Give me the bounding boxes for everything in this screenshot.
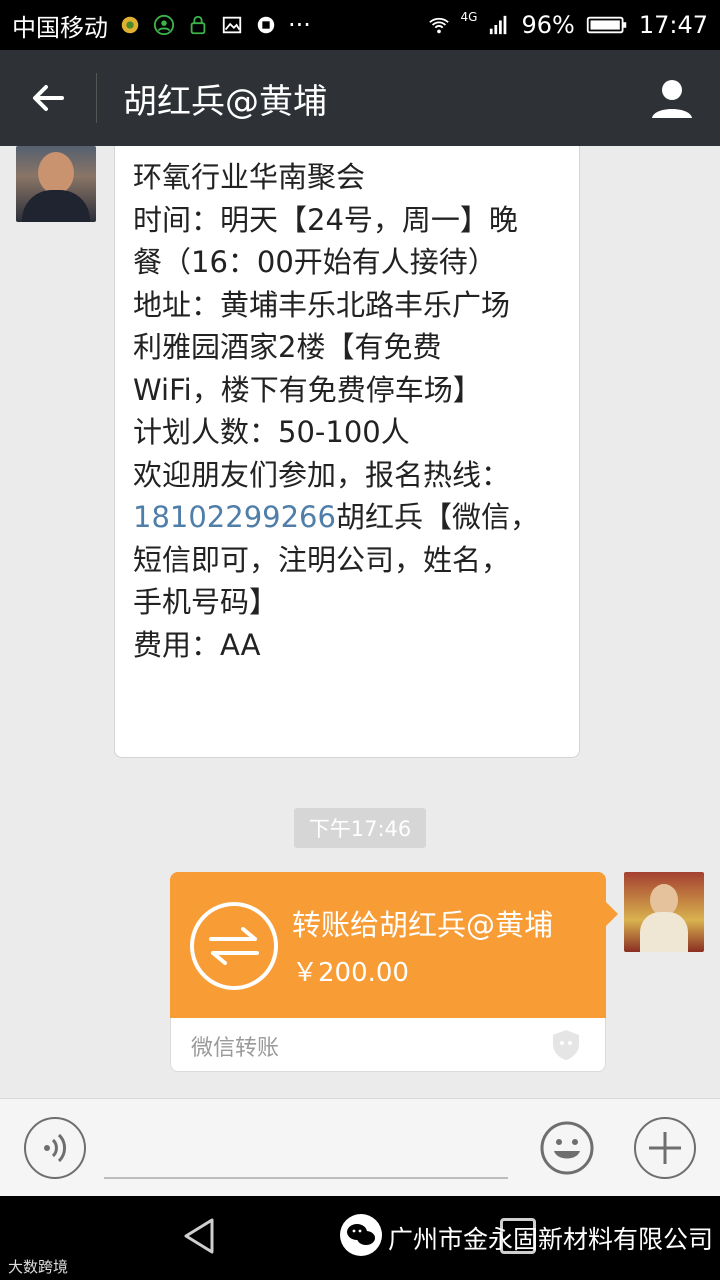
transfer-title: 转账给胡红兵@黄埔	[292, 908, 554, 942]
voice-icon	[44, 1133, 66, 1163]
system-nav-bar: 广州市金永固新材料有限公司 大数跨境	[0, 1196, 720, 1280]
chat-header: 胡红兵@黄埔	[0, 50, 720, 146]
message-text: 胡红兵【微信，	[335, 500, 539, 534]
avatar-face	[38, 152, 74, 194]
avatar-body	[22, 190, 90, 222]
header-divider	[96, 73, 97, 123]
back-button[interactable]	[0, 50, 96, 146]
message-line: 手机号码】	[133, 585, 279, 619]
message-line: 计划人数：50-100人	[133, 415, 410, 449]
status-time: 17:47	[638, 11, 708, 39]
wifi-icon	[427, 13, 451, 37]
shield-icon	[553, 1030, 579, 1060]
message-input[interactable]	[104, 1121, 508, 1179]
carrier-label: 中国移动	[12, 13, 108, 42]
watermark-small-text: 大数跨境	[8, 1258, 69, 1276]
transfer-arrows-icon	[190, 902, 278, 990]
message-line: 短信即可，注明公司，姓名，	[133, 542, 511, 577]
transfer-amount: ￥200.00	[292, 958, 409, 988]
message-timestamp: 下午17:46	[294, 808, 426, 848]
app-notification-icon	[118, 13, 142, 37]
message-line: 利雅园酒家2楼【有免费	[133, 330, 442, 364]
watermark-text: 广州市金永固新材料有限公司	[388, 1225, 714, 1254]
phone-number-link[interactable]: 18102299266	[133, 500, 336, 534]
input-bar	[0, 1098, 720, 1196]
transfer-type-label: 微信转账	[191, 1036, 280, 1061]
battery-icon	[585, 13, 629, 37]
emoji-button[interactable]	[536, 1117, 598, 1179]
network-type-label: 4G	[460, 10, 478, 24]
more-actions-button[interactable]	[634, 1117, 696, 1179]
more-notifications-label: ···	[288, 11, 311, 39]
contact-notification-icon	[152, 13, 176, 37]
plus-icon	[649, 1132, 681, 1164]
chat-info-button[interactable]	[624, 50, 720, 146]
smiley-icon	[540, 1121, 594, 1175]
app-notification-icon-2	[254, 13, 278, 37]
voice-input-button[interactable]	[24, 1117, 86, 1179]
nav-back-button[interactable]	[180, 1216, 220, 1256]
message-line: 环氧行业华南聚会	[133, 160, 366, 194]
message-line: 时间：明天【24号，周一】晚	[133, 202, 518, 237]
message-line: 地址：黄埔丰乐北路丰乐广场	[133, 287, 511, 322]
person-icon	[652, 80, 692, 118]
my-avatar[interactable]	[624, 872, 704, 952]
message-line: 欢迎朋友们参加，报名热线：	[133, 457, 511, 492]
battery-percent: 96%	[521, 11, 575, 39]
transfer-message-card[interactable]: 转账给胡红兵@黄埔 ￥200.00 微信转账	[170, 872, 618, 1072]
bubble-tail	[606, 902, 618, 926]
message-line: 餐（16：00开始有人接待）	[133, 245, 497, 279]
chat-area[interactable]: 环氧行业华南聚会 时间：明天【24号，周一】晚 餐（16：00开始有人接待） 地…	[0, 146, 720, 1098]
lock-notification-icon	[186, 13, 210, 37]
image-notification-icon	[220, 13, 244, 37]
sender-avatar[interactable]	[16, 146, 96, 222]
chat-title: 胡红兵@黄埔	[123, 81, 327, 122]
signal-icon	[487, 13, 511, 37]
status-bar: 中国移动 ··· 4G 96% 17:47	[0, 0, 720, 50]
message-line: 18102299266胡红兵【微信，	[133, 496, 561, 539]
message-line: 费用：AA	[133, 627, 261, 662]
message-line: WiFi，楼下有免费停车场】	[133, 372, 482, 407]
transfer-card-footer: 微信转账	[170, 1018, 606, 1072]
arrow-left-icon	[33, 85, 64, 111]
avatar-body	[640, 912, 688, 952]
incoming-message-bubble[interactable]: 环氧行业华南聚会 时间：明天【24号，周一】晚 餐（16：00开始有人接待） 地…	[114, 146, 580, 758]
wechat-logo-icon	[340, 1214, 382, 1256]
